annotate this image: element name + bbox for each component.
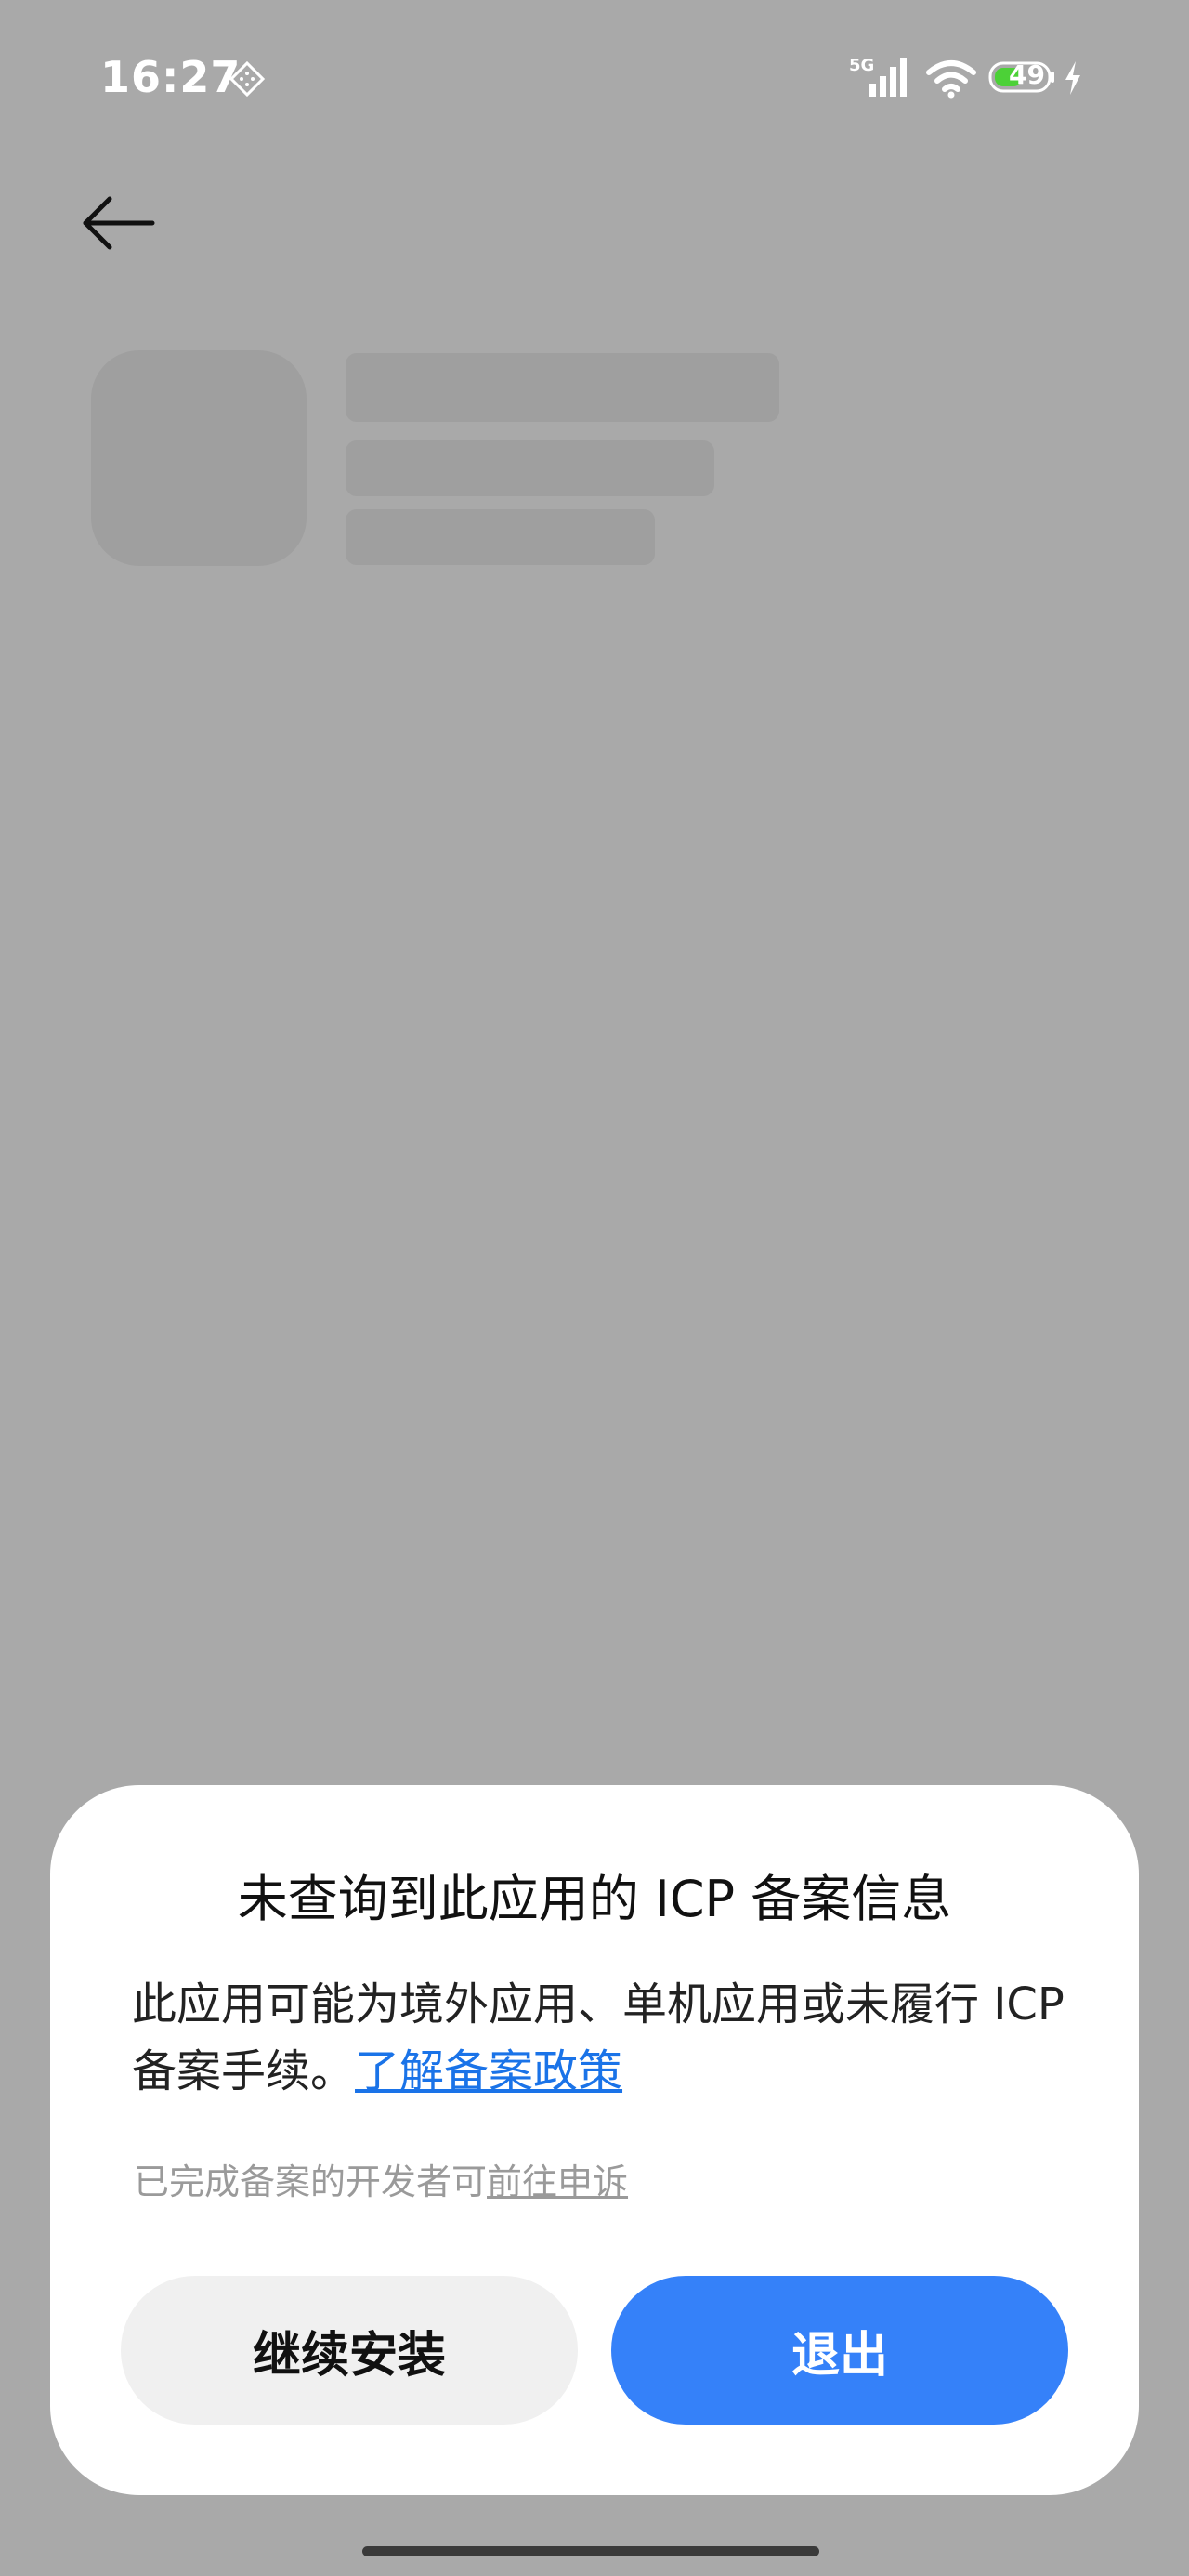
wifi-icon	[926, 60, 976, 99]
diamond-icon	[229, 61, 265, 97]
dialog-body: 此应用可能为境外应用、单机应用或未履行 ICP 备案手续。了解备案政策	[132, 1971, 1070, 2105]
battery-level: 49	[1009, 59, 1045, 90]
status-bar: 16:27 5G 49	[0, 0, 1189, 158]
app-meta-placeholder	[346, 440, 714, 496]
app-icon-placeholder	[91, 350, 307, 566]
status-time: 16:27	[100, 52, 242, 102]
bolt-icon	[1065, 61, 1080, 95]
signal-icon: 5G	[849, 56, 907, 97]
dialog-title: 未查询到此应用的 ICP 备案信息	[237, 1870, 952, 1928]
exit-button[interactable]: 退出	[611, 2276, 1068, 2425]
home-indicator[interactable]	[362, 2546, 819, 2556]
continue-install-button[interactable]: 继续安装	[121, 2276, 578, 2425]
policy-link[interactable]: 了解备案政策	[355, 2045, 622, 2097]
app-name-placeholder	[346, 353, 779, 422]
network-type: 5G	[849, 56, 874, 75]
appeal-link[interactable]: 前往申诉	[487, 2162, 628, 2202]
appeal-prefix: 已完成备案的开发者可	[134, 2162, 488, 2202]
appeal-line: 已完成备案的开发者可前往申诉	[134, 2153, 628, 2204]
icp-warning-dialog: 未查询到此应用的 ICP 备案信息 此应用可能为境外应用、单机应用或未履行 IC…	[50, 1785, 1139, 2495]
back-arrow-icon[interactable]	[78, 186, 162, 260]
app-meta-placeholder-2	[346, 509, 655, 565]
